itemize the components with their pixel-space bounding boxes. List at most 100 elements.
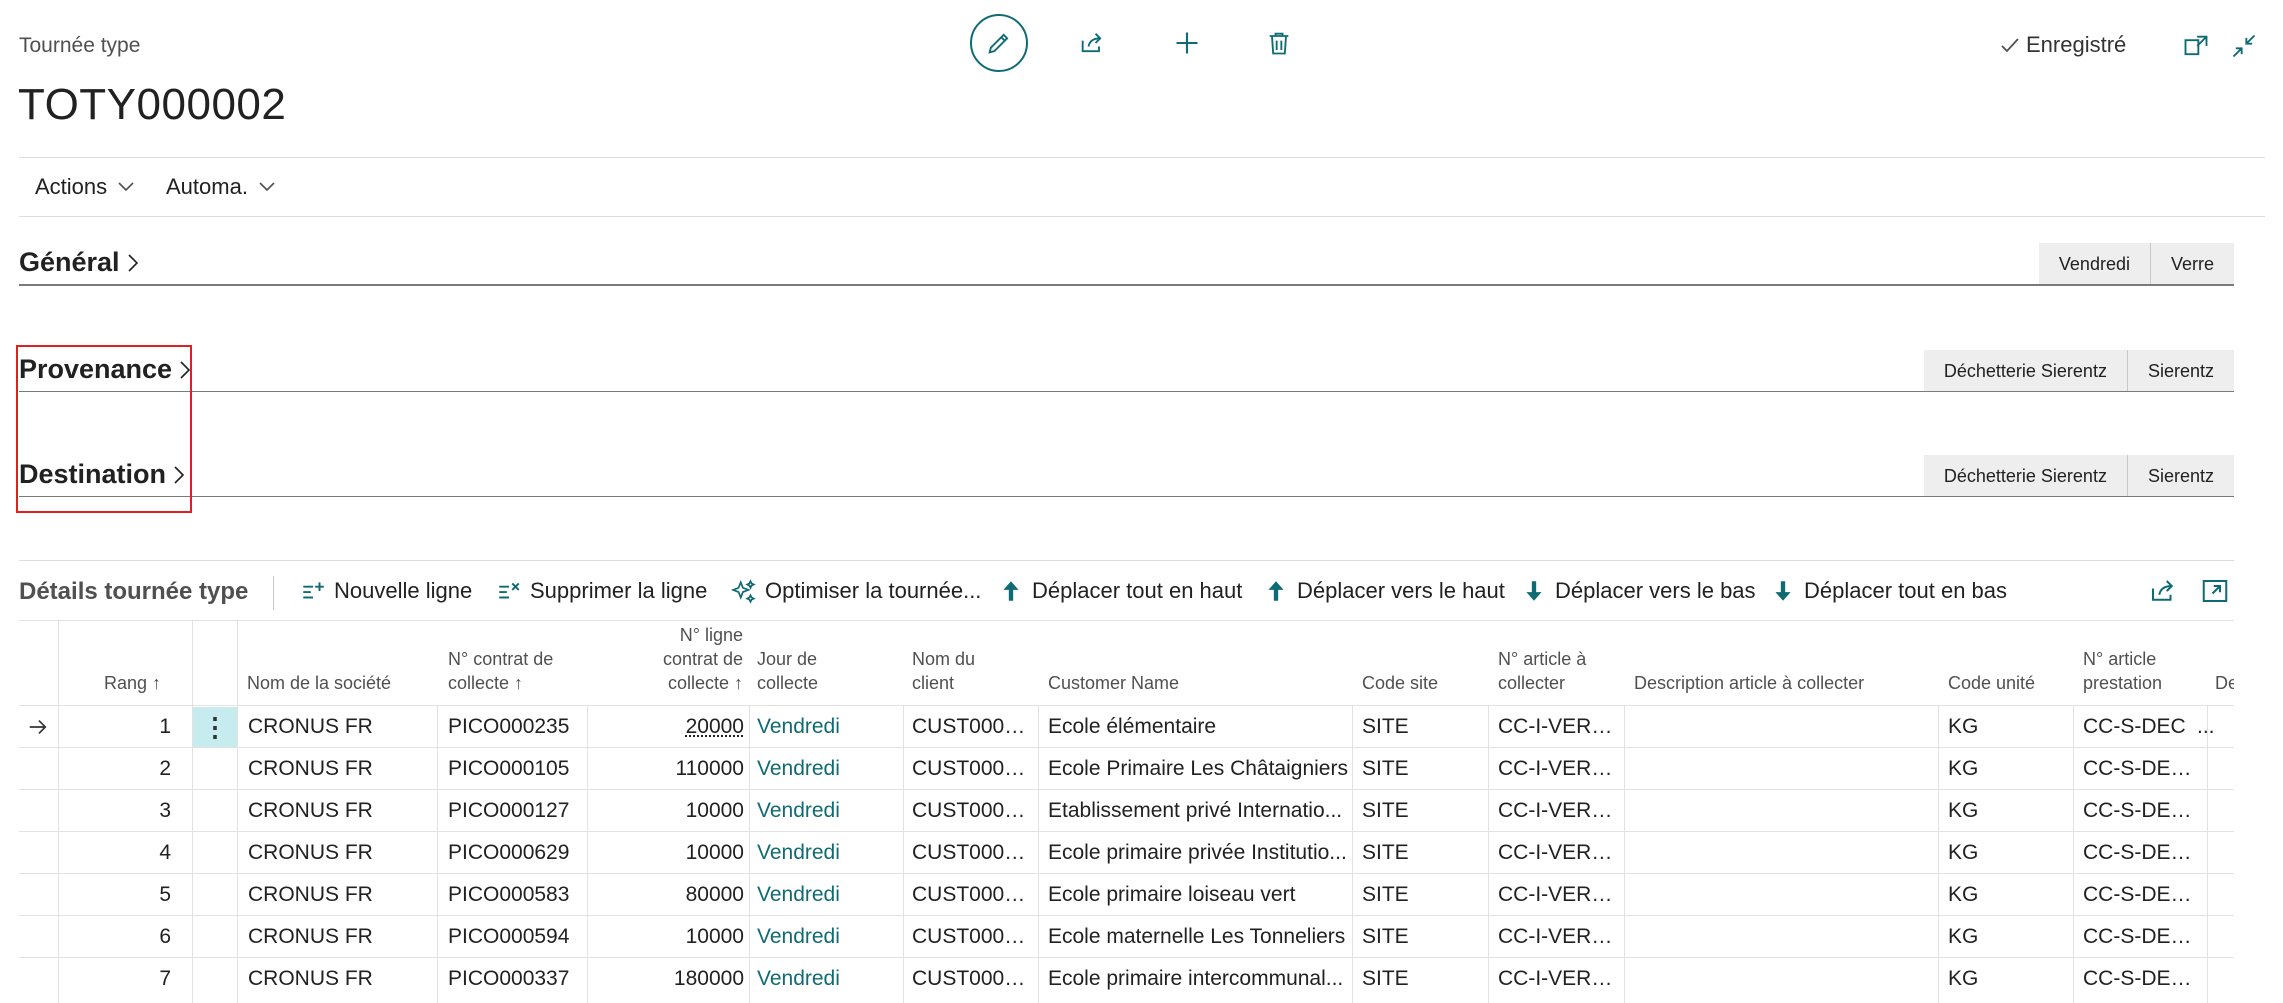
table-row[interactable]: 2 CRONUS FR PICO000105 110000 Vendredi CUST00… (19, 747, 2234, 790)
cell-contrat[interactable]: PICO000629 (448, 832, 583, 874)
new-line-button[interactable]: Nouvelle ligne (300, 578, 472, 604)
column-header-site[interactable]: Code site (1362, 621, 1482, 705)
move-up-button[interactable]: Déplacer vers le haut (1263, 578, 1505, 604)
move-top-button[interactable]: Déplacer tout en haut (998, 578, 1242, 604)
cell-client[interactable]: CUST000235 (912, 706, 1034, 748)
cell-ligne: 10000 (685, 925, 744, 948)
expand-list-button[interactable] (2200, 576, 2230, 606)
cell-extra: ... (2197, 715, 2215, 738)
cell-societe: CRONUS FR (248, 799, 373, 822)
column-header-desc[interactable]: Description article à collecter (1634, 621, 1914, 705)
cell-contrat[interactable]: PICO000583 (448, 874, 583, 916)
open-new-window-button[interactable] (2182, 32, 2210, 60)
cell-jour[interactable]: Vendredi (757, 748, 899, 790)
expand-icon (2202, 580, 2228, 602)
column-header-client[interactable]: Nom du client (912, 621, 1012, 705)
cell-jour[interactable]: Vendredi (757, 790, 899, 832)
cell-jour[interactable]: Vendredi (757, 874, 899, 916)
delete-button[interactable] (1250, 14, 1308, 72)
column-header-jour[interactable]: Jour de collecte (757, 621, 877, 705)
cell-contrat[interactable]: PICO000594 (448, 916, 583, 958)
section-divider (19, 391, 2234, 392)
cell-desc (1634, 748, 1934, 790)
menu-actions[interactable]: Actions (35, 174, 135, 200)
cell-contrat[interactable]: PICO000127 (448, 790, 583, 832)
cell-client[interactable]: CUST000105 (912, 748, 1034, 790)
share-list-button[interactable] (2148, 576, 2178, 606)
section-general-header[interactable]: Général (19, 247, 140, 278)
cell-societe: CRONUS FR (248, 757, 373, 780)
cell-site: SITE (1362, 967, 1409, 990)
cell-site: SITE (1362, 715, 1409, 738)
share-icon (1081, 33, 1102, 53)
section-provenance-summary: Déchetterie Sierentz Sierentz (1923, 350, 2234, 392)
arrow-up-icon (1268, 581, 1284, 601)
menu-divider (19, 216, 2265, 217)
table-row[interactable]: 6 CRONUS FR PICO000594 10000 Vendredi CUST000… (19, 915, 2234, 958)
new-button[interactable] (1158, 14, 1216, 72)
cell-ligne: 10000 (685, 799, 744, 822)
cell-contrat[interactable]: PICO000337 (448, 958, 583, 1000)
delete-line-button[interactable]: Supprimer la ligne (496, 578, 707, 604)
cell-contrat[interactable]: PICO000105 (448, 748, 583, 790)
menu-automa[interactable]: Automa. (166, 174, 276, 200)
share-button[interactable] (1063, 14, 1121, 72)
move-up-label: Déplacer vers le haut (1297, 578, 1505, 603)
cell-customer: Ecole primaire loiseau vert (1048, 883, 1296, 906)
row-actions-icon[interactable]: ⋮ (193, 707, 237, 747)
section-divider (19, 496, 2234, 497)
table-row[interactable]: 7 CRONUS FR PICO000337 180000 Vendredi CUST00… (19, 957, 2234, 1000)
cell-desc (1634, 832, 1934, 874)
cell-site: SITE (1362, 757, 1409, 780)
cell-contrat[interactable]: PICO000235 (448, 706, 583, 748)
cell-extra (2197, 874, 2227, 916)
cell-jour[interactable]: Vendredi (757, 832, 899, 874)
column-header-unite[interactable]: Code unité (1948, 621, 2058, 705)
checkmark-icon (2001, 38, 2019, 53)
cell-customer: Ecole élémentaire (1048, 715, 1217, 738)
cell-societe: CRONUS FR (248, 715, 373, 738)
column-header-rang[interactable]: Rang ↑ (59, 621, 189, 705)
table-row[interactable]: 5 CRONUS FR PICO000583 80000 Vendredi CUST000… (19, 873, 2234, 916)
column-header-prestation[interactable]: N° article prestation (2083, 621, 2193, 705)
cell-client[interactable]: CUST000127 (912, 790, 1034, 832)
cell-client[interactable]: CUST000594 (912, 916, 1034, 958)
trash-icon (1269, 32, 1289, 55)
cell-unite: KG (1948, 757, 1979, 780)
cell-prestation: CC-S-DEC... (2083, 925, 2195, 948)
cell-jour[interactable]: Vendredi (757, 706, 899, 748)
optimize-button[interactable]: Optimiser la tournée... (731, 578, 981, 604)
cell-client[interactable]: CUST000583 (912, 874, 1034, 916)
cell-article: CC-I-VERRE (1498, 841, 1620, 864)
cell-rang: 1 (159, 715, 171, 738)
column-header-extra[interactable]: De (2215, 621, 2234, 705)
chevron-down-icon (118, 182, 134, 192)
cell-prestation: CC-S-DEC... (2083, 757, 2195, 780)
column-header-article[interactable]: N° article à collecter (1498, 621, 1608, 705)
cell-customer: Ecole primaire privée Institutio... (1048, 841, 1347, 864)
table-row[interactable]: 3 CRONUS FR PICO000127 10000 Vendredi CUST000… (19, 789, 2234, 832)
cell-jour[interactable]: Vendredi (757, 916, 899, 958)
collapse-button[interactable] (2230, 32, 2258, 60)
cell-desc (1634, 958, 1934, 1000)
table-row[interactable]: 4 CRONUS FR PICO000629 10000 Vendredi CUST000… (19, 831, 2234, 874)
move-bottom-button[interactable]: Déplacer tout en bas (1770, 578, 2007, 604)
cell-client[interactable]: CUST000337 (912, 958, 1034, 1000)
cell-site: SITE (1362, 925, 1409, 948)
cell-extra (2197, 790, 2227, 832)
edit-button[interactable] (970, 14, 1028, 72)
cell-extra (2197, 748, 2227, 790)
details-title: Détails tournée type (19, 578, 249, 605)
cell-jour[interactable]: Vendredi (757, 958, 899, 1000)
page-caption: Tournée type (19, 34, 141, 57)
cell-article: CC-I-VERRE (1498, 757, 1620, 780)
cell-unite: KG (1948, 715, 1979, 738)
column-header-contrat[interactable]: N° contrat de collecte ↑ (448, 621, 598, 705)
column-header-customer[interactable]: Customer Name (1048, 621, 1308, 705)
column-header-societe[interactable]: Nom de la société (247, 621, 427, 705)
cell-client[interactable]: CUST000629 (912, 832, 1034, 874)
move-down-button[interactable]: Déplacer vers le bas (1521, 578, 1756, 604)
cell-ligne: 10000 (685, 841, 744, 864)
column-header-ligne[interactable]: N° ligne contrat de collecte ↑ (631, 621, 743, 705)
table-row[interactable]: ⋮ 1 CRONUS FR PICO000235 20000 Vendredi CUST00… (19, 705, 2234, 748)
